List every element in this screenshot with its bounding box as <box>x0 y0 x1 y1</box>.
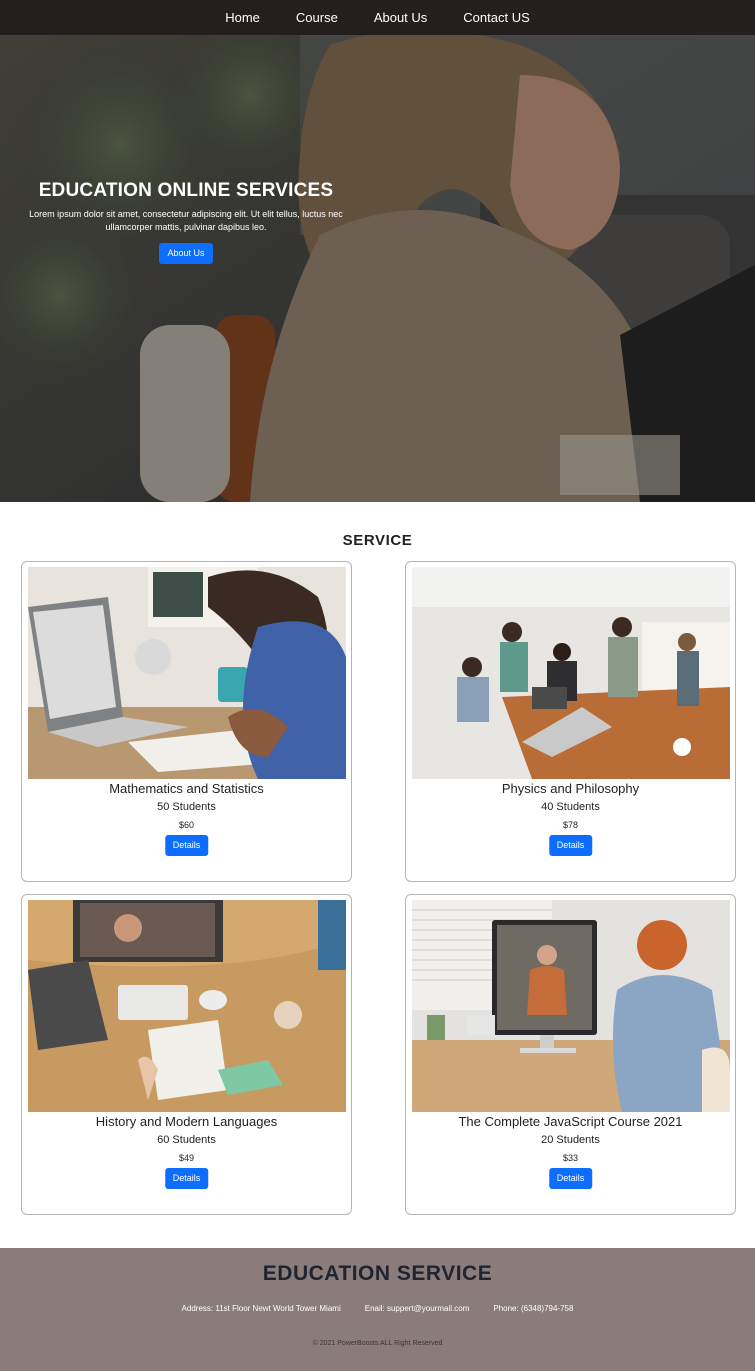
site-footer: EDUCATION SERVICE Address: 11st Floor Ne… <box>0 1248 755 1371</box>
hero-content: EDUCATION ONLINE SERVICES Lorem ipsum do… <box>20 180 352 264</box>
course-price: $78 <box>562 820 579 830</box>
course-students: 40 Students <box>541 801 600 813</box>
course-students: 60 Students <box>157 1134 216 1146</box>
email-value[interactable]: suppert@yourmail.com <box>387 1304 469 1313</box>
course-title: History and Modern Languages <box>95 1114 278 1129</box>
footer-phone: Phone: (6348)794-758 <box>493 1304 573 1313</box>
course-card-mathematics: Mathematics and Statistics 50 Students $… <box>21 561 352 882</box>
hero-banner: EDUCATION ONLINE SERVICES Lorem ipsum do… <box>0 35 755 502</box>
course-image-history <box>28 900 346 1112</box>
course-image-physics <box>412 567 730 779</box>
course-price: $33 <box>562 1153 579 1163</box>
copyright: © 2021 PowerBoosts ALL Right Reserved <box>312 1340 443 1347</box>
course-price: $49 <box>178 1153 195 1163</box>
course-price: $60 <box>178 820 195 830</box>
course-title: Mathematics and Statistics <box>109 781 264 796</box>
hero-title: EDUCATION ONLINE SERVICES <box>38 180 334 201</box>
footer-title: EDUCATION SERVICE <box>262 1262 493 1285</box>
footer-address: Address: 11st Floor Newt World Tower Mia… <box>182 1304 341 1313</box>
service-title: SERVICE <box>342 532 413 549</box>
course-card-history: History and Modern Languages 60 Students… <box>21 894 352 1215</box>
course-title: The Complete JavaScript Course 2021 <box>458 1114 683 1129</box>
details-button[interactable]: Details <box>548 1168 593 1189</box>
nav-link-about-us[interactable]: About Us <box>356 10 445 25</box>
details-button[interactable]: Details <box>164 1168 209 1189</box>
nav-link-home[interactable]: Home <box>207 10 278 25</box>
nav-link-contact-us[interactable]: Contact US <box>445 10 547 25</box>
course-students: 50 Students <box>157 801 216 813</box>
details-button[interactable]: Details <box>548 835 593 856</box>
address-value: 11st Floor Newt World Tower Miami <box>215 1304 341 1313</box>
phone-value: (6348)794-758 <box>520 1304 574 1313</box>
course-card-javascript: The Complete JavaScript Course 2021 20 S… <box>405 894 736 1215</box>
footer-contacts: Address: 11st Floor Newt World Tower Mia… <box>0 1304 755 1313</box>
course-students: 20 Students <box>541 1134 600 1146</box>
hero-overlay <box>0 35 755 502</box>
course-card-physics: Physics and Philosophy 40 Students $78 D… <box>405 561 736 882</box>
course-title: Physics and Philosophy <box>501 781 640 796</box>
footer-email: Enail: suppert@yourmail.com <box>365 1304 470 1313</box>
address-label: Address: <box>181 1304 214 1313</box>
course-image-mathematics <box>28 567 346 779</box>
top-navbar: Home Course About Us Contact US <box>0 0 755 35</box>
email-label: Enail: <box>364 1304 385 1313</box>
nav-link-course[interactable]: Course <box>278 10 356 25</box>
details-button[interactable]: Details <box>164 835 209 856</box>
phone-label: Phone: <box>493 1304 519 1313</box>
hero-description: Lorem ipsum dolor sit amet, consectetur … <box>29 209 343 232</box>
about-us-button[interactable]: About Us <box>159 243 213 264</box>
course-image-javascript <box>412 900 730 1112</box>
